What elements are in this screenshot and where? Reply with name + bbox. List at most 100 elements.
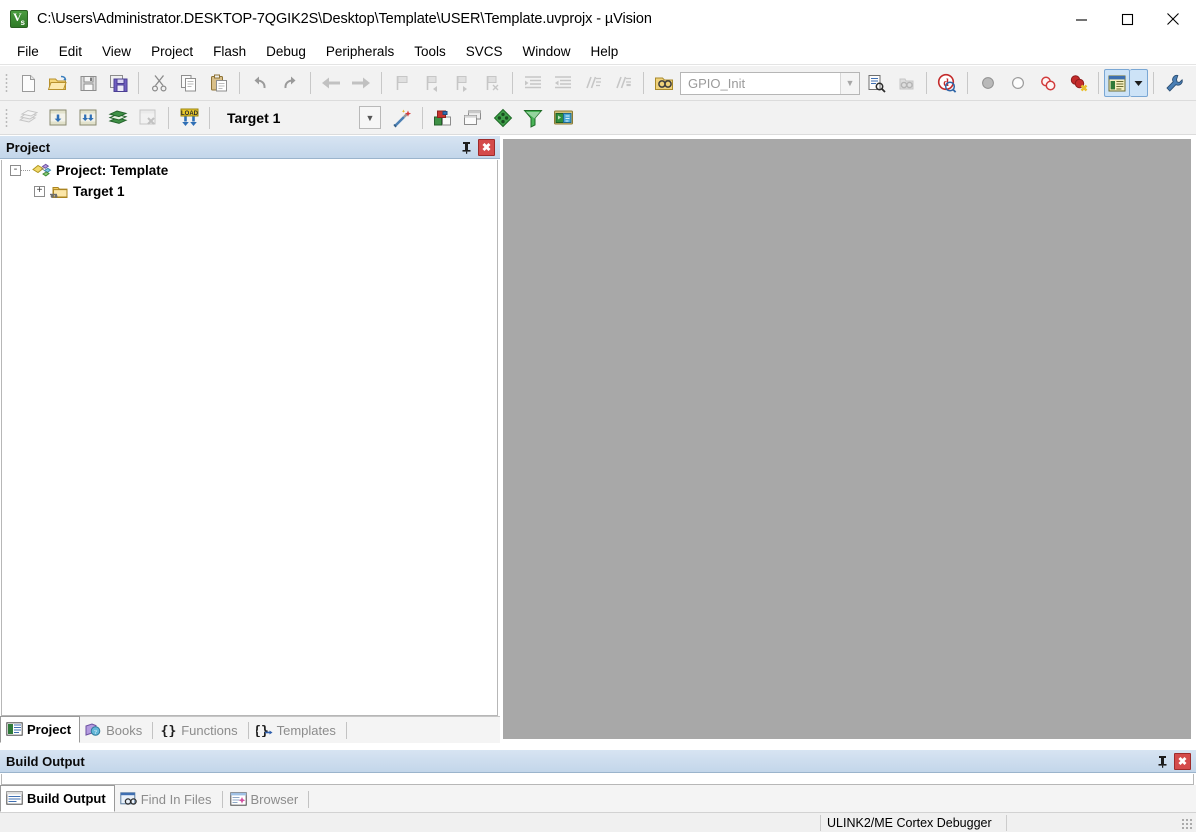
navigate-backward-icon[interactable] xyxy=(316,69,346,97)
tree-expander-collapse[interactable]: - xyxy=(10,165,21,176)
cut-icon[interactable] xyxy=(144,69,174,97)
pack-installer-icon[interactable] xyxy=(548,104,578,132)
project-panel-caption: Project ✖ xyxy=(0,136,500,159)
bookmark-previous-icon[interactable] xyxy=(417,69,447,97)
batch-build-icon[interactable] xyxy=(103,104,133,132)
breakpoint-insert-icon[interactable] xyxy=(973,69,1003,97)
stop-build-icon[interactable] xyxy=(133,104,163,132)
menu-window[interactable]: Window xyxy=(513,41,579,62)
save-all-icon[interactable] xyxy=(103,69,133,97)
manage-project-items-icon[interactable] xyxy=(428,104,458,132)
navigate-forward-icon[interactable] xyxy=(346,69,376,97)
tab-functions[interactable]: {} Functions xyxy=(155,718,245,743)
menu-flash[interactable]: Flash xyxy=(204,41,255,62)
bookmark-next-icon[interactable] xyxy=(447,69,477,97)
incremental-find-icon[interactable] xyxy=(861,69,891,97)
resize-grip-icon[interactable] xyxy=(1181,818,1194,831)
save-icon[interactable] xyxy=(73,69,103,97)
build-output-panel: Build Output ✖ Build Output Find In File… xyxy=(0,750,1196,812)
tab-build-output-label: Build Output xyxy=(27,791,106,806)
menu-svcs[interactable]: SVCS xyxy=(457,41,512,62)
run-time-environment-icon[interactable] xyxy=(488,104,518,132)
tree-expander-expand[interactable]: + xyxy=(34,186,45,197)
target-options-wand-icon[interactable] xyxy=(387,104,417,132)
pin-icon[interactable] xyxy=(458,139,474,156)
copy-icon[interactable] xyxy=(174,69,204,97)
target-dropdown-icon[interactable]: ▼ xyxy=(359,106,381,129)
pack-filter-icon[interactable] xyxy=(518,104,548,132)
build-output-tabs: Build Output Find In Files Browser xyxy=(0,785,1196,812)
close-icon[interactable]: ✖ xyxy=(478,138,495,156)
tab-books-label: Books xyxy=(106,723,143,738)
paste-icon[interactable] xyxy=(204,69,234,97)
tab-project[interactable]: Project xyxy=(0,716,81,743)
download-load-icon[interactable]: LOAD xyxy=(174,104,204,132)
customize-tools-icon[interactable] xyxy=(1159,69,1189,97)
toolbar-separator xyxy=(209,106,210,129)
redo-icon[interactable] xyxy=(275,69,305,97)
tree-node-target[interactable]: + Target 1 xyxy=(2,181,497,202)
menu-help[interactable]: Help xyxy=(582,41,628,62)
breakpoint-kill-all-icon[interactable] xyxy=(1063,69,1093,97)
tab-books[interactable]: ? Books xyxy=(80,718,150,743)
uncomment-icon[interactable] xyxy=(608,69,638,97)
status-extra xyxy=(1007,814,1196,832)
multi-project-icon[interactable] xyxy=(458,104,488,132)
pin-icon[interactable] xyxy=(1154,753,1170,770)
tree-node-project[interactable]: - Project: Template xyxy=(2,160,497,181)
tab-find-in-files[interactable]: Find In Files xyxy=(115,787,220,812)
menu-view[interactable]: View xyxy=(93,41,140,62)
menu-debug[interactable]: Debug xyxy=(257,41,315,62)
tab-templates[interactable]: {} Templates xyxy=(251,718,344,743)
outdent-icon[interactable] xyxy=(548,69,578,97)
indent-icon[interactable] xyxy=(518,69,548,97)
close-button[interactable] xyxy=(1150,0,1196,38)
bookmark-binoculars-icon[interactable] xyxy=(891,69,921,97)
target-folder-icon xyxy=(49,184,69,200)
open-file-icon[interactable] xyxy=(43,69,73,97)
find-combo-value[interactable]: GPIO_Init xyxy=(681,76,840,91)
mdi-client-background[interactable] xyxy=(503,139,1191,739)
configure-window-icon[interactable] xyxy=(1104,69,1130,97)
find-in-files-icon[interactable] xyxy=(649,69,679,97)
build-output-title: Build Output xyxy=(6,753,85,769)
menu-file[interactable]: File xyxy=(8,41,48,62)
maximize-button[interactable] xyxy=(1104,0,1150,38)
toolbar-separator xyxy=(310,72,311,94)
project-tree[interactable]: - Project: Template + Target 1 xyxy=(1,160,498,716)
debug-session-icon[interactable]: d xyxy=(932,69,962,97)
breakpoint-disable-all-icon[interactable] xyxy=(1033,69,1063,97)
target-selector[interactable]: Target 1 xyxy=(219,105,359,130)
svg-text:?: ? xyxy=(94,729,97,736)
breakpoint-enable-icon[interactable] xyxy=(1003,69,1033,97)
menu-tools[interactable]: Tools xyxy=(405,41,455,62)
toolbar-grip[interactable] xyxy=(3,72,11,94)
toolbar-separator xyxy=(1153,72,1154,94)
build-target-icon[interactable] xyxy=(43,104,73,132)
configure-dropdown-icon[interactable] xyxy=(1130,69,1148,97)
tab-build-output[interactable]: Build Output xyxy=(0,785,115,812)
tree-node-target-label: Target 1 xyxy=(73,184,125,199)
chevron-down-icon[interactable]: ▼ xyxy=(840,72,859,94)
toolbar-grip[interactable] xyxy=(3,106,11,129)
bookmark-toggle-icon[interactable] xyxy=(387,69,417,97)
bookmark-clear-icon[interactable] xyxy=(477,69,507,97)
tab-browser[interactable]: Browser xyxy=(225,787,307,812)
tab-separator xyxy=(308,791,310,808)
minimize-button[interactable] xyxy=(1058,0,1104,38)
tab-templates-label: Templates xyxy=(276,723,336,738)
menu-project[interactable]: Project xyxy=(142,41,202,62)
undo-icon[interactable] xyxy=(245,69,275,97)
close-icon[interactable]: ✖ xyxy=(1174,752,1191,770)
target-selector-value[interactable]: Target 1 xyxy=(219,110,359,126)
rebuild-all-icon[interactable] xyxy=(73,104,103,132)
build-output-text[interactable] xyxy=(1,774,1194,785)
find-combo[interactable]: GPIO_Init ▼ xyxy=(680,71,860,95)
translate-file-icon[interactable] xyxy=(13,104,43,132)
tab-separator xyxy=(152,722,154,739)
find-in-files-tab-icon xyxy=(120,792,138,807)
comment-icon[interactable] xyxy=(578,69,608,97)
new-file-icon[interactable] xyxy=(13,69,43,97)
menu-peripherals[interactable]: Peripherals xyxy=(317,41,403,62)
menu-edit[interactable]: Edit xyxy=(50,41,91,62)
